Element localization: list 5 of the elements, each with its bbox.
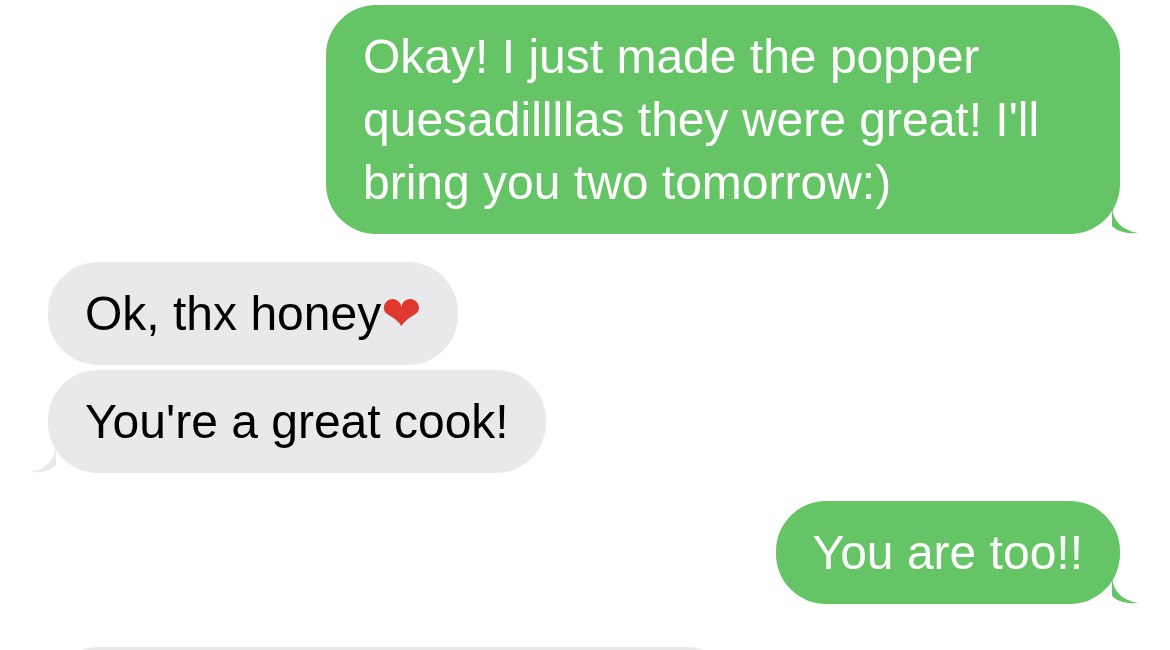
message-text: Ok, thx honey: [85, 286, 382, 342]
emoji: ❤: [381, 284, 422, 343]
message-text: You're a great cook!: [85, 394, 509, 450]
message-text: Okay! I just made the popper quesadillllas they were great! I'll bring you two tomorrow:): [363, 29, 1041, 211]
message-text: You are too!!: [812, 525, 1083, 581]
